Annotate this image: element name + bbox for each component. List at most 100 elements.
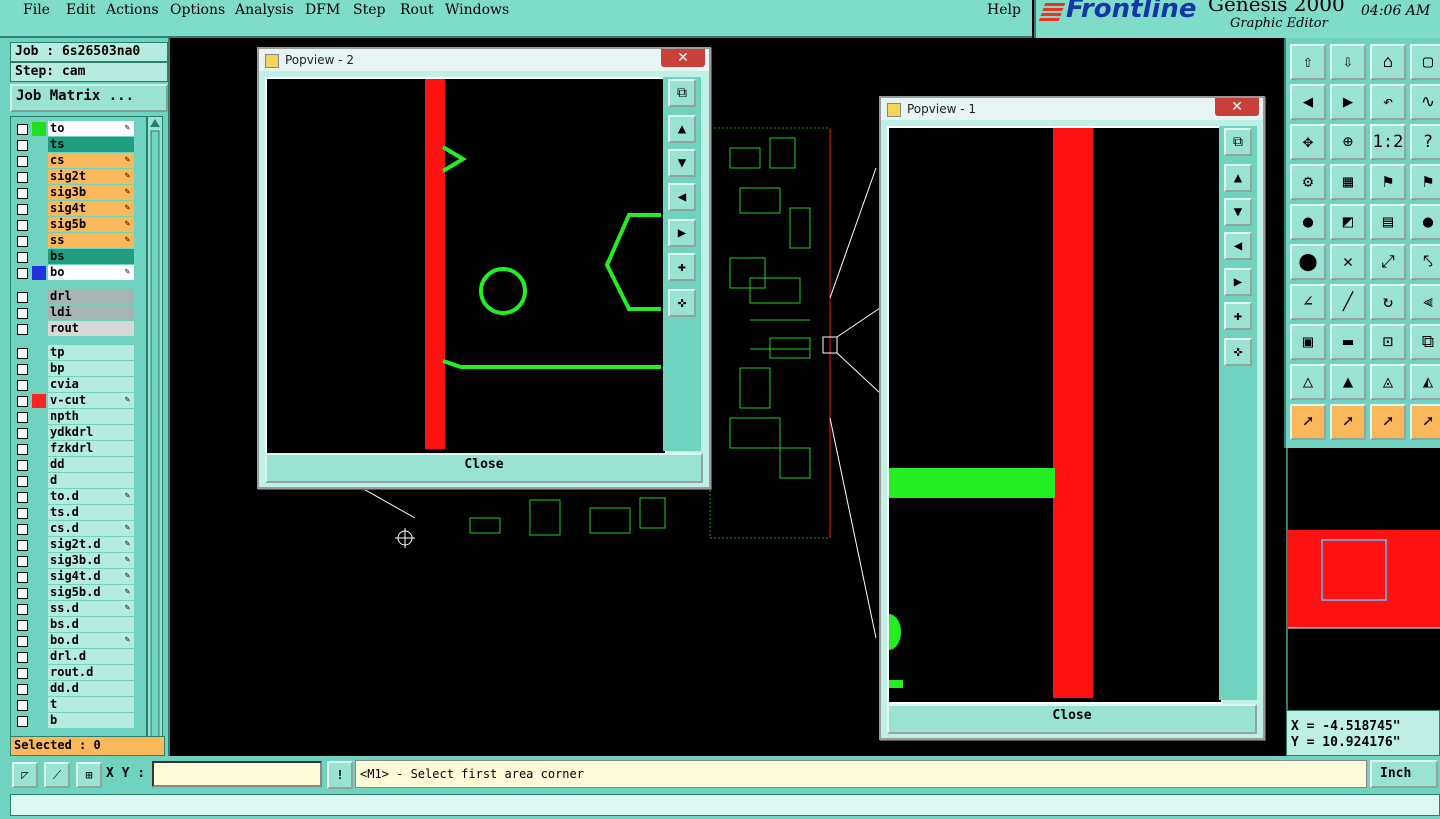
angle-icon[interactable]: ∠ xyxy=(1290,284,1326,320)
layer-name[interactable]: drl xyxy=(48,289,134,304)
zoom-out-icon[interactable]: ✜ xyxy=(668,289,696,317)
pad-icon[interactable]: ● xyxy=(1290,204,1326,240)
layer-name[interactable]: cvia xyxy=(48,377,134,392)
popview-2-view[interactable] xyxy=(265,77,667,455)
menu-actions[interactable]: Actions xyxy=(106,2,159,18)
unit-selector[interactable]: Inch xyxy=(1370,760,1438,788)
layer-row[interactable]: sig5b ✎ xyxy=(11,217,146,233)
snapshot-down-icon[interactable]: ⇩ xyxy=(1330,44,1366,80)
layer-checkbox[interactable] xyxy=(17,380,28,391)
flag-icon[interactable]: ⚑ xyxy=(1370,164,1406,200)
menu-rout[interactable]: Rout xyxy=(400,2,434,18)
layer-name[interactable]: t xyxy=(48,697,134,712)
layer-row[interactable]: bo.d ✎ xyxy=(11,633,146,649)
layer-checkbox[interactable] xyxy=(17,508,28,519)
layer-row[interactable]: sig3b ✎ xyxy=(11,185,146,201)
triangle-filled-icon[interactable]: ▲ xyxy=(1330,364,1366,400)
zoom-in-icon[interactable]: ✚ xyxy=(1224,302,1252,330)
layer-name[interactable]: bs xyxy=(48,249,134,264)
layer-checkbox[interactable] xyxy=(17,204,28,215)
layer-name[interactable]: ydkdrl xyxy=(48,425,134,440)
pan-down-icon[interactable]: ▼ xyxy=(1224,198,1252,226)
select-connect-icon[interactable]: ➚ xyxy=(1410,404,1440,440)
layer-row[interactable]: ydkdrl xyxy=(11,425,146,441)
layer-name[interactable]: ts.d xyxy=(48,505,134,520)
layer-row[interactable]: rout xyxy=(11,321,146,337)
mirror-icon[interactable]: ⫷ xyxy=(1410,284,1440,320)
popview-1-close-button[interactable]: Close xyxy=(887,704,1257,734)
layer-name[interactable]: dd.d xyxy=(48,681,134,696)
layer-row[interactable]: sig3b.d ✎ xyxy=(11,553,146,569)
layer-row[interactable]: ts.d xyxy=(11,505,146,521)
layer-name[interactable]: sig5b ✎ xyxy=(48,217,134,232)
snapshot-icon[interactable]: ⇧ xyxy=(1290,44,1326,80)
layer-checkbox[interactable] xyxy=(17,652,28,663)
layer-checkbox[interactable] xyxy=(17,556,28,567)
zoom-fit-icon[interactable]: ✥ xyxy=(1290,124,1326,160)
popview-2-close-icon[interactable]: ✕ xyxy=(661,49,705,67)
pan-up-icon[interactable]: ▲ xyxy=(668,115,696,143)
layer-checkbox[interactable] xyxy=(17,460,28,471)
layer-row[interactable]: t xyxy=(11,697,146,713)
menu-step[interactable]: Step xyxy=(353,2,385,18)
layer-checkbox[interactable] xyxy=(17,636,28,647)
layer-name[interactable]: v-cut ✎ xyxy=(48,393,134,408)
layer-name[interactable]: rout xyxy=(48,321,134,336)
menu-edit[interactable]: Edit xyxy=(66,2,95,18)
popview-2-titlebar[interactable]: Popview - 2 xyxy=(259,49,709,71)
triangle-icon[interactable]: △ xyxy=(1290,364,1326,400)
pad-add-icon[interactable]: ▣ xyxy=(1290,324,1326,360)
layer-name[interactable]: bo.d ✎ xyxy=(48,633,134,648)
layer-name[interactable]: ts xyxy=(48,137,134,152)
layer-name[interactable]: sig2t.d ✎ xyxy=(48,537,134,552)
layer-checkbox[interactable] xyxy=(17,364,28,375)
layer-name[interactable]: sig5b.d ✎ xyxy=(48,585,134,600)
layer-row[interactable]: ts xyxy=(11,137,146,153)
layer-row[interactable]: cs.d ✎ xyxy=(11,521,146,537)
menu-dfm[interactable]: DFM xyxy=(305,2,340,18)
node-icon[interactable]: ⬤ xyxy=(1290,244,1326,280)
layer-row[interactable]: drl xyxy=(11,289,146,305)
layer-checkbox[interactable] xyxy=(17,220,28,231)
layer-name[interactable]: fzkdrl xyxy=(48,441,134,456)
zoom-fit-icon[interactable]: ⧉ xyxy=(1224,128,1252,156)
layer-name[interactable]: sig2t ✎ xyxy=(48,169,134,184)
layer-row[interactable]: dd.d xyxy=(11,681,146,697)
menu-file[interactable]: File xyxy=(23,2,50,18)
grid-icon[interactable]: ▦ xyxy=(1330,164,1366,200)
select-box-icon[interactable]: ➚ xyxy=(1330,404,1366,440)
layer-row[interactable]: v-cut ✎ xyxy=(11,393,146,409)
pan-right-icon[interactable]: ▶ xyxy=(668,219,696,247)
layer-checkbox[interactable] xyxy=(17,716,28,727)
layer-checkbox[interactable] xyxy=(17,236,28,247)
layer-checkbox[interactable] xyxy=(17,492,28,503)
box-icon[interactable]: ⊡ xyxy=(1370,324,1406,360)
layer-name[interactable]: cs.d ✎ xyxy=(48,521,134,536)
popview-2-close-button[interactable]: Close xyxy=(265,453,703,483)
layer-name[interactable]: ss.d ✎ xyxy=(48,601,134,616)
layer-name[interactable]: sig3b.d ✎ xyxy=(48,553,134,568)
pan-left-icon[interactable]: ◀ xyxy=(1224,232,1252,260)
layer-name[interactable]: to ✎ xyxy=(48,121,134,136)
layer-checkbox[interactable] xyxy=(17,428,28,439)
layer-name[interactable]: sig4t ✎ xyxy=(48,201,134,216)
pan-up-icon[interactable]: ▲ xyxy=(1224,164,1252,192)
layer-checkbox[interactable] xyxy=(17,124,28,135)
layer-name[interactable]: ldi xyxy=(48,305,134,320)
layer-row[interactable]: sig5b.d ✎ xyxy=(11,585,146,601)
layer-name[interactable]: rout.d xyxy=(48,665,134,680)
ruler-icon[interactable]: ▤ xyxy=(1370,204,1406,240)
popview-1-close-icon[interactable]: ✕ xyxy=(1215,98,1259,116)
layer-list-scrollbar[interactable] xyxy=(147,116,163,768)
xy-input[interactable] xyxy=(152,761,322,787)
layer-checkbox[interactable] xyxy=(17,588,28,599)
layer-row[interactable]: cs ✎ xyxy=(11,153,146,169)
layer-checkbox[interactable] xyxy=(17,572,28,583)
layer-checkbox[interactable] xyxy=(17,188,28,199)
layer-row[interactable]: b xyxy=(11,713,146,729)
line-icon[interactable]: ╱ xyxy=(1330,284,1366,320)
select-icon[interactable]: ➚ xyxy=(1290,404,1326,440)
frame-icon[interactable]: ▢ xyxy=(1410,44,1440,80)
wave-icon[interactable]: ∿ xyxy=(1410,84,1440,120)
layer-name[interactable]: dd xyxy=(48,457,134,472)
